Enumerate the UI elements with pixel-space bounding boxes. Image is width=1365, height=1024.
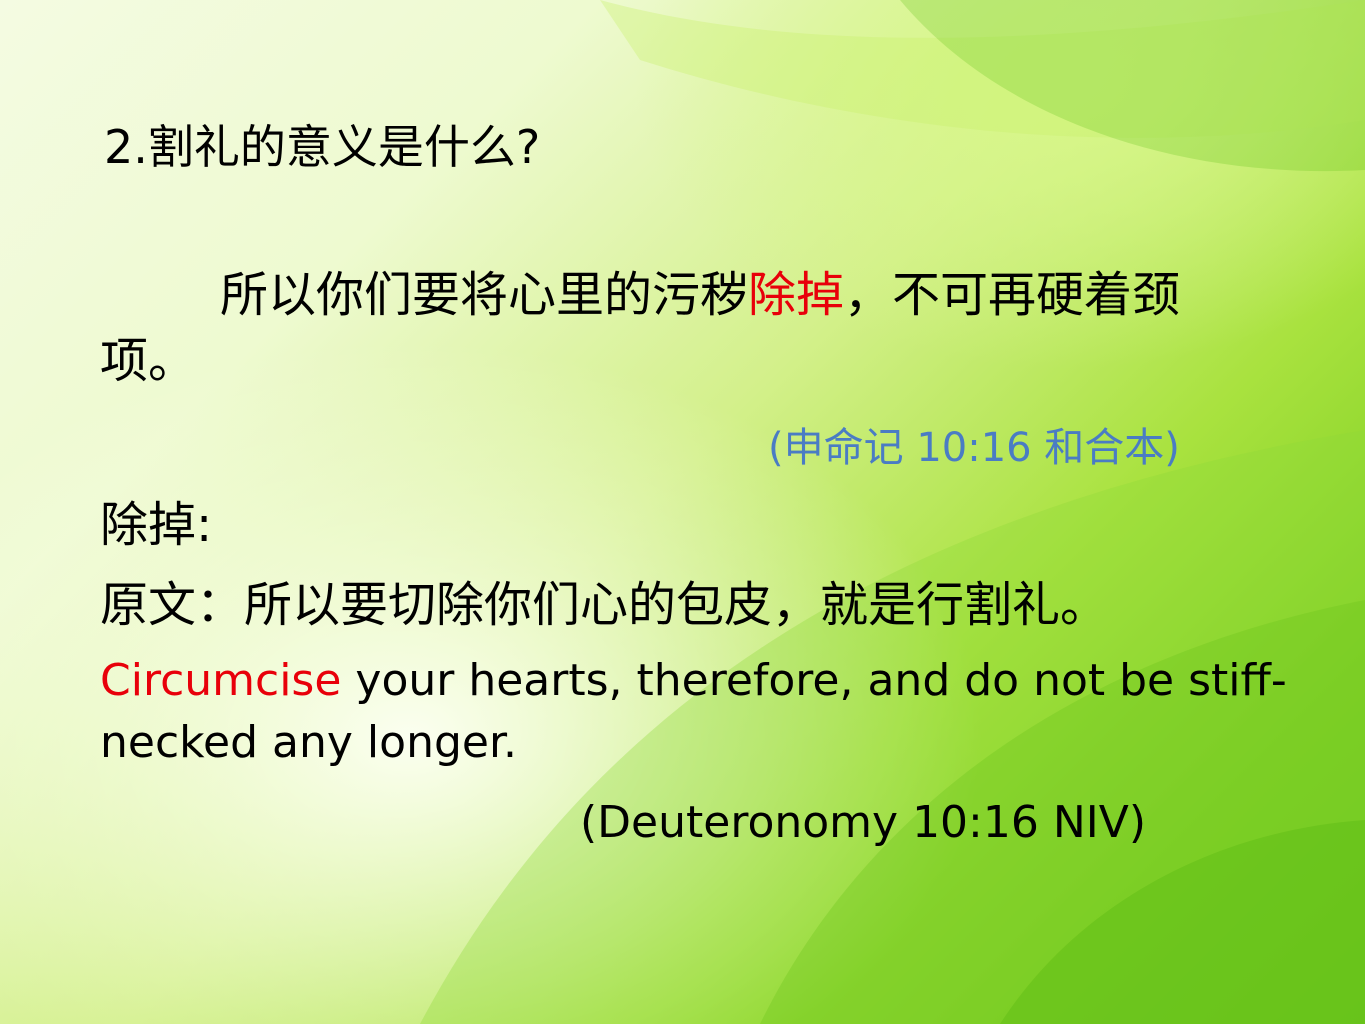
chinese-verse: 所以你们要将心里的污秽除掉，不可再硬着颈项。 xyxy=(100,262,1260,394)
english-verse-reference: (Deuteronomy 10:16 NIV) xyxy=(580,797,1147,848)
chinese-verse-part1: 所以你们要将心里的污秽 xyxy=(220,267,749,323)
term-label: 除掉: xyxy=(100,497,213,553)
chinese-verse-reference: (申命记 10:16 和合本) xyxy=(768,425,1180,471)
original-text: 原文：所以要切除你们心的包皮，就是行割礼。 xyxy=(100,577,1109,633)
english-verse: Circumcise your hearts, therefore, and d… xyxy=(100,650,1300,774)
chinese-verse-highlight: 除掉 xyxy=(748,267,845,323)
slide-title: 2.割礼的意义是什么? xyxy=(104,120,541,174)
english-verse-highlight: Circumcise xyxy=(100,655,342,706)
